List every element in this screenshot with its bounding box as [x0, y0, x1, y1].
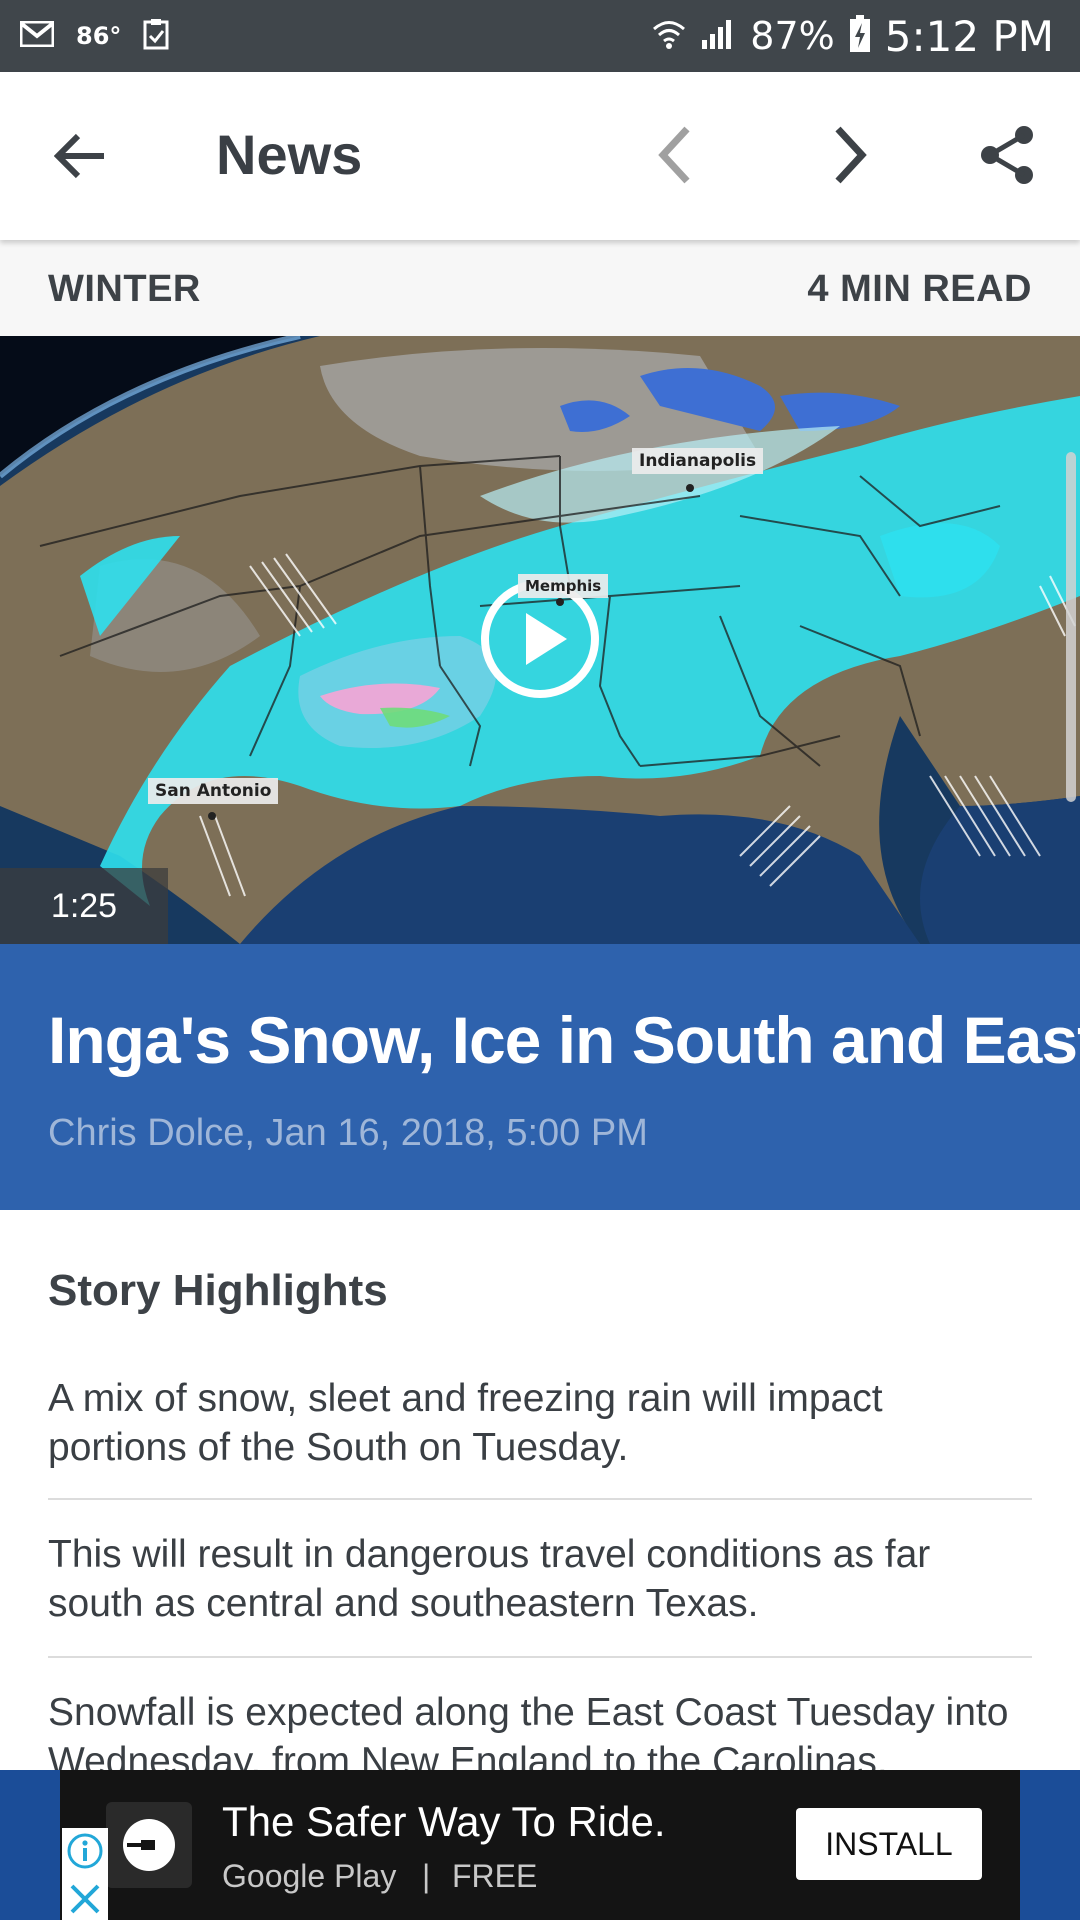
chevron-left-icon [658, 126, 690, 184]
status-bar: 86° 87% 5:12 PM [0, 0, 1080, 72]
signal-icon [700, 18, 736, 55]
uber-logo-icon [123, 1819, 175, 1871]
highlight-item: This will result in dangerous travel con… [48, 1533, 931, 1625]
status-left: 86° [19, 0, 169, 72]
task-check-icon [143, 18, 169, 55]
video-player[interactable]: Indianapolis San Antonio Memphis [0, 336, 1080, 944]
category-label: WINTER [48, 268, 201, 310]
arrow-left-icon [54, 133, 104, 179]
story-highlights: Story Highlights A mix of snow, sleet an… [0, 1210, 1080, 1783]
clock-time: 5:12 PM [884, 11, 1054, 61]
ad-store-name: Google Play [222, 1858, 397, 1894]
article-headline: Inga's Snow, Ice in South and East [48, 1003, 1080, 1077]
read-time-label: 4 MIN READ [807, 268, 1032, 310]
scroll-indicator[interactable] [1066, 452, 1076, 802]
wifi-icon [652, 17, 686, 56]
ad-price: FREE [452, 1858, 538, 1894]
page-title: News [216, 123, 363, 186]
chevron-right-icon [835, 126, 867, 184]
map-label-san-antonio: San Antonio [148, 778, 279, 804]
share-button[interactable] [972, 120, 1042, 190]
headline-band: Inga's Snow, Ice in South and East Chris… [0, 944, 1080, 1210]
next-article-button[interactable] [815, 120, 885, 190]
battery-charging-icon [849, 14, 871, 58]
previous-article-button[interactable] [640, 120, 710, 190]
battery-percent: 87% [750, 14, 835, 58]
gmail-icon [19, 20, 55, 52]
ad-banner-frame: The Safer Way To Ride. Google Play | FRE… [0, 1770, 1080, 1920]
ad-close-icon[interactable] [68, 1882, 102, 1916]
ad-separator: | [422, 1858, 431, 1894]
video-duration: 1:25 [0, 868, 168, 944]
ad-app-icon[interactable] [106, 1802, 192, 1888]
ad-info-icon[interactable] [66, 1832, 104, 1870]
share-icon [981, 126, 1033, 184]
ad-banner[interactable]: The Safer Way To Ride. Google Play | FRE… [60, 1770, 1020, 1920]
story-highlights-heading: Story Highlights [48, 1266, 388, 1315]
map-label-memphis: Memphis [518, 574, 609, 598]
back-button[interactable] [48, 124, 112, 188]
temperature-text: 86° [76, 22, 122, 50]
adchoices-panel [62, 1828, 108, 1920]
app-bar: News [0, 72, 1080, 240]
status-right: 87% 5:12 PM [652, 0, 1054, 72]
highlight-item: A mix of snow, sleet and freezing rain w… [48, 1377, 883, 1469]
install-button[interactable]: INSTALL [796, 1808, 982, 1880]
divider [48, 1498, 1032, 1500]
divider [48, 1656, 1032, 1658]
article-byline: Chris Dolce, Jan 16, 2018, 5:00 PM [48, 1112, 648, 1154]
ad-title: The Safer Way To Ride. [222, 1798, 666, 1845]
article-meta-row: WINTER 4 MIN READ [0, 240, 1080, 336]
map-label-indianapolis: Indianapolis [632, 448, 764, 474]
